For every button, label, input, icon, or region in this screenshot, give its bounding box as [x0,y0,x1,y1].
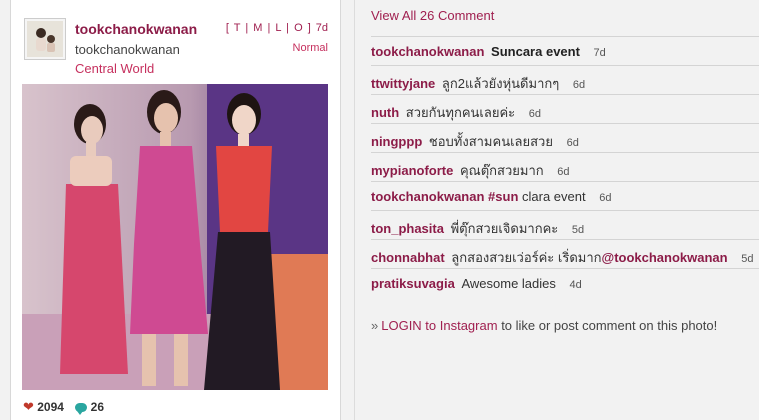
comment-user[interactable]: tookchanokwanan [371,44,484,59]
comment-item: mypianoforte คุณตุ๊กสวยมาก 6d [371,152,759,181]
comment-text: clara event [522,189,586,204]
comment-user[interactable]: chonnabhat [371,250,445,265]
size-links[interactable]: [ T | M | L | O ] 7d [226,22,328,34]
comment-time: 6d [528,108,541,120]
login-prompt: » LOGIN to Instagram to like or post comm… [371,318,717,333]
view-all-comments-link[interactable]: View All 26 Comment [371,8,494,23]
comment-text: ชอบทั้งสามคนเลยสวย [428,134,553,149]
comment-time: 6d [566,137,579,149]
login-suffix: to like or post comment on this photo! [501,318,718,333]
comment-item: ton_phasita พี่ตุ๊กสวยเจิดมากคะ 5d [371,210,759,239]
comment-user[interactable]: ttwittyjane [371,76,435,91]
size-options[interactable]: [ T | M | L | O ] [226,22,312,34]
comment-item: tookchanokwanan #sun clara event 6d [371,181,759,210]
comment-user[interactable]: ton_phasita [371,221,444,236]
comment-user[interactable]: ningppp [371,134,422,149]
raquo-marker: » [371,318,379,333]
post-stats: ❤ 2094 26 [23,399,104,415]
comments-count: 26 [90,400,104,414]
photo-illustration [22,84,328,390]
location-link[interactable]: Central World [75,61,154,76]
comment-user[interactable]: nuth [371,105,399,120]
heart-icon[interactable]: ❤ [23,399,34,414]
comment-text: คุณตุ๊กสวยมาก [459,163,544,178]
comment-user[interactable]: pratiksuvagia [371,276,455,291]
comment-item: ttwittyjane ลูก2แล้วยังหุ่นดีมากๆ 6d [371,65,759,94]
owner-full-name: tookchanokwanan [75,42,180,57]
comment-time: 7d [593,47,606,59]
comment-text: พี่ตุ๊กสวยเจิดมากคะ [450,221,559,236]
comment-text: ลูกสองสวยเว่อร์ค่ะ เริ่ดมาก [451,250,602,265]
post-card: tookchanokwanan tookchanokwanan Central … [10,0,341,420]
login-link[interactable]: LOGIN to Instagram [381,318,497,333]
avatar[interactable] [24,18,66,60]
comment-time: 6d [599,192,612,204]
comment-hashtag[interactable]: #sun [488,189,518,204]
comment-item: chonnabhat ลูกสองสวยเว่อร์ค่ะ เริ่ดมาก@t… [371,239,759,268]
comment-bubble-icon[interactable] [75,402,88,415]
comment-text: สวยกันทุกคนเลยค่ะ [405,105,516,120]
comment-time: 5d [741,253,754,265]
comment-mention[interactable]: @tookchanokwanan [602,250,728,265]
likes-count: 2094 [37,400,64,414]
comment-list: tookchanokwanan Suncara event 7d ttwitty… [371,36,759,297]
filter-name: Normal [292,42,328,54]
comment-item: nuth สวยกันทุกคนเลยค่ะ 6d [371,94,759,123]
owner-username[interactable]: tookchanokwanan [75,21,197,37]
panel-divider [354,0,355,420]
comment-item: pratiksuvagia Awesome ladies 4d [371,268,759,297]
comment-time: 6d [572,79,586,91]
post-age: 7d [315,22,328,34]
comment-user[interactable]: mypianoforte [371,163,453,178]
comment-user[interactable]: tookchanokwanan [371,189,484,204]
comment-item: tookchanokwanan Suncara event 7d [371,36,759,65]
post-photo[interactable] [22,84,328,390]
comment-item: ningppp ชอบทั้งสามคนเลยสวย 6d [371,123,759,152]
avatar-image [27,21,63,57]
comment-text: Suncara event [491,44,580,59]
comment-time: 5d [571,224,585,236]
comment-time: 6d [557,166,570,178]
comment-text: ลูก2แล้วยังหุ่นดีมากๆ [441,76,560,91]
comment-text: Awesome ladies [461,276,556,291]
comment-time: 4d [569,279,582,291]
